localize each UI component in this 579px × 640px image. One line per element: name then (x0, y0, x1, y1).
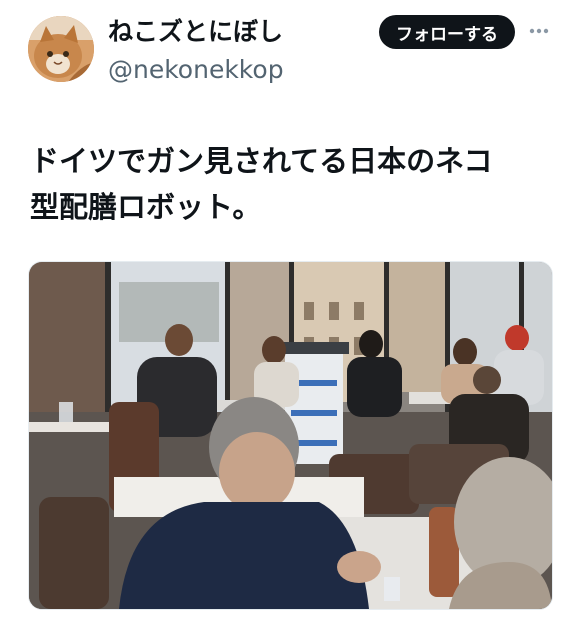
author-display-name[interactable]: ねこズとにぼし (108, 16, 283, 48)
restaurant-photo (29, 262, 552, 609)
tweet-photo[interactable] (28, 261, 553, 610)
follow-button[interactable]: フォローする (379, 15, 515, 49)
author-avatar[interactable] (28, 16, 94, 82)
cat-avatar-image (28, 16, 94, 82)
tweet-text: ドイツでガン見されてる日本のネコ 型配膳ロボット。 (30, 144, 493, 224)
ellipsis-glyph (529, 28, 549, 34)
author-handle[interactable]: @nekonekkop (108, 55, 284, 85)
more-horizontal-icon[interactable] (526, 16, 552, 46)
